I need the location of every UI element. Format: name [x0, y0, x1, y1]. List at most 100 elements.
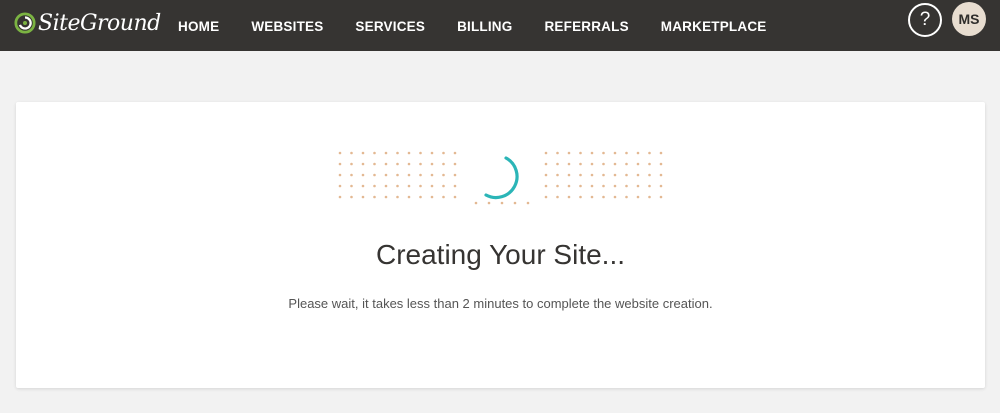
- decorative-dot: [361, 173, 365, 177]
- decorative-dot: [544, 162, 548, 166]
- decorative-dot: [613, 184, 617, 188]
- decorative-dot: [453, 162, 457, 166]
- brand-name: SiteGround: [38, 10, 161, 36]
- decorative-dot: [556, 151, 559, 155]
- decorative-dot: [419, 184, 422, 188]
- decorative-dot: [556, 184, 559, 188]
- decorative-dot: [500, 201, 504, 205]
- decorative-dot: [526, 201, 530, 205]
- decorative-dot: [442, 162, 445, 166]
- decorative-dot: [513, 201, 517, 205]
- decorative-dot: [659, 184, 663, 188]
- decorative-dot: [613, 162, 617, 166]
- decorative-dot: [338, 162, 342, 166]
- decorative-dot: [373, 162, 376, 166]
- decorative-dot: [350, 173, 353, 177]
- nav-item-billing[interactable]: BILLING: [441, 0, 528, 51]
- decorative-dot: [442, 173, 445, 177]
- decorative-dot: [396, 162, 399, 166]
- decorative-dot: [659, 173, 663, 177]
- decorative-dot: [373, 173, 376, 177]
- decorative-dot: [419, 162, 422, 166]
- decorative-dot: [544, 173, 548, 177]
- decorative-dot: [625, 162, 628, 166]
- decorative-dot: [384, 184, 388, 188]
- decorative-dot: [648, 173, 651, 177]
- decorative-dot: [544, 151, 548, 155]
- decorative-dot: [590, 151, 594, 155]
- decorative-dot: [442, 151, 445, 155]
- decorative-dot: [361, 195, 365, 199]
- decorative-dot: [567, 173, 571, 177]
- site-creation-card: Creating Your Site... Please wait, it ta…: [16, 102, 985, 388]
- decorative-dot: [636, 173, 640, 177]
- decorative-dot: [430, 162, 434, 166]
- decorative-dot: [396, 195, 399, 199]
- decorative-dot: [453, 184, 457, 188]
- decorative-dot: [648, 184, 651, 188]
- decorative-dot: [373, 151, 376, 155]
- decorative-dot: [442, 184, 445, 188]
- decorative-dot: [361, 162, 365, 166]
- nav-item-websites[interactable]: WEBSITES: [235, 0, 339, 51]
- decorative-dot: [407, 162, 411, 166]
- decorative-dot: [556, 162, 559, 166]
- question-mark-icon: ?: [919, 9, 931, 30]
- decorative-dot: [350, 184, 353, 188]
- loading-illustration: [338, 151, 663, 205]
- decorative-dot: [338, 195, 342, 199]
- decorative-dot: [636, 195, 640, 199]
- decorative-dot: [361, 151, 365, 155]
- user-avatar[interactable]: MS: [952, 2, 986, 36]
- decorative-dot: [648, 151, 651, 155]
- decorative-dot: [567, 195, 571, 199]
- decorative-dot: [373, 184, 376, 188]
- decorative-dot: [636, 162, 640, 166]
- decorative-dot: [396, 184, 399, 188]
- decorative-dot: [590, 184, 594, 188]
- dot-grid-left-icon: [338, 151, 457, 199]
- decorative-dot: [384, 195, 388, 199]
- decorative-dot: [556, 195, 559, 199]
- decorative-dot: [579, 151, 582, 155]
- decorative-dot: [396, 173, 399, 177]
- decorative-dot: [636, 184, 640, 188]
- dot-row-bottom-icon: [474, 201, 530, 205]
- decorative-dot: [602, 195, 605, 199]
- decorative-dot: [579, 162, 582, 166]
- help-button[interactable]: ?: [908, 3, 942, 37]
- decorative-dot: [590, 162, 594, 166]
- decorative-dot: [338, 173, 342, 177]
- decorative-dot: [430, 173, 434, 177]
- decorative-dot: [419, 195, 422, 199]
- decorative-dot: [384, 173, 388, 177]
- status-message: Please wait, it takes less than 2 minute…: [288, 296, 713, 311]
- siteground-logo[interactable]: SiteGround: [14, 8, 161, 38]
- decorative-dot: [544, 184, 548, 188]
- decorative-dot: [350, 151, 353, 155]
- dot-grid-right-icon: [544, 151, 663, 199]
- decorative-dot: [453, 195, 457, 199]
- decorative-dot: [648, 162, 651, 166]
- decorative-dot: [602, 162, 605, 166]
- nav-item-home[interactable]: HOME: [162, 0, 235, 51]
- decorative-dot: [636, 151, 640, 155]
- decorative-dot: [373, 195, 376, 199]
- decorative-dot: [407, 195, 411, 199]
- decorative-dot: [338, 184, 342, 188]
- decorative-dot: [613, 151, 617, 155]
- main-nav: HOME WEBSITES SERVICES BILLING REFERRALS…: [162, 0, 782, 51]
- decorative-dot: [579, 173, 582, 177]
- decorative-dot: [350, 162, 353, 166]
- decorative-dot: [625, 195, 628, 199]
- decorative-dot: [430, 151, 434, 155]
- nav-item-services[interactable]: SERVICES: [339, 0, 441, 51]
- decorative-dot: [419, 173, 422, 177]
- nav-item-referrals[interactable]: REFERRALS: [528, 0, 644, 51]
- decorative-dot: [602, 173, 605, 177]
- nav-item-marketplace[interactable]: MARKETPLACE: [645, 0, 783, 51]
- decorative-dot: [361, 184, 365, 188]
- page-title: Creating Your Site...: [375, 239, 626, 270]
- decorative-dot: [544, 195, 548, 199]
- decorative-dot: [613, 195, 617, 199]
